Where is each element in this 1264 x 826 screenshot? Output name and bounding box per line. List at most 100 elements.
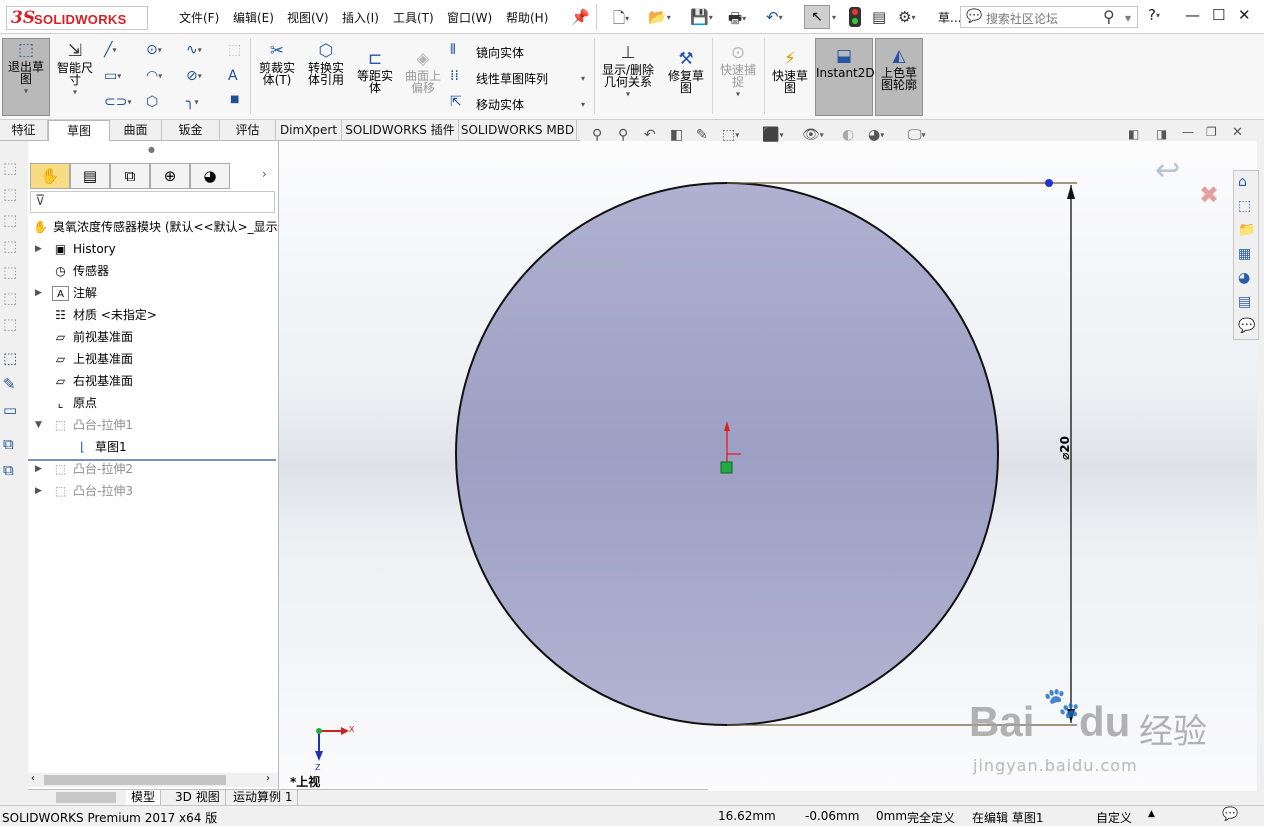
search-dropdown-icon[interactable]: ▾ [1125, 11, 1131, 25]
search-input[interactable]: 搜索社区论坛 [986, 10, 1058, 27]
linear-pattern-icon[interactable]: ⁞⁞ [450, 68, 459, 84]
file-properties-icon[interactable]: ▤ [872, 8, 886, 26]
doc-restore-icon[interactable]: ❐ [1206, 125, 1217, 139]
tab-dimxpert[interactable]: DimXpert [276, 120, 342, 141]
spline-icon[interactable]: ∿▾ [186, 42, 202, 58]
tree-item-right-plane[interactable]: ▱ 右视基准面 [52, 371, 133, 391]
doc-minimize-icon[interactable]: — [1182, 125, 1194, 139]
rapid-sketch-button[interactable]: ⚡ 快速草 图 [767, 48, 813, 94]
polygon-icon[interactable]: ⬡ [146, 94, 158, 110]
horizontal-scrollbar[interactable]: ‹ › [28, 773, 278, 787]
view-palette-icon[interactable]: ▦ [1238, 246, 1251, 262]
tree-item-history[interactable]: ▣ History [52, 239, 116, 259]
collapse-arrow-icon[interactable]: ▼ [35, 420, 42, 430]
confirmation-cancel-icon[interactable]: ✖ [1199, 181, 1219, 209]
move-entities-button[interactable]: 移动实体 [476, 96, 524, 113]
apply-scene-icon[interactable]: ◕▾ [868, 127, 884, 143]
menu-view[interactable]: 视图(V) [287, 9, 329, 26]
tab-evaluate[interactable]: 评估 [220, 120, 276, 141]
tab-addins[interactable]: SOLIDWORKS 插件 [342, 120, 459, 141]
move-entities-icon[interactable]: ⇱ [450, 94, 462, 110]
search-box[interactable]: 💬 搜索社区论坛 ⚲ ▾ [960, 6, 1138, 28]
design-library-icon[interactable]: ⬚ [1238, 198, 1251, 214]
expand-arrow-icon[interactable]: ▶ [35, 288, 42, 298]
tree-item-front-plane[interactable]: ▱ 前视基准面 [52, 327, 133, 347]
scrollbar-thumb[interactable] [44, 775, 226, 785]
select-cursor-icon[interactable]: ↖ [804, 5, 830, 29]
expand-arrow-icon[interactable]: ▶ [35, 464, 42, 474]
tab-property-manager[interactable]: ▤ [70, 163, 110, 189]
scroll-left-icon[interactable]: ‹ [31, 773, 35, 784]
point-icon[interactable]: ■ [230, 94, 239, 105]
paste-tool-icon[interactable]: ⧉ [3, 461, 14, 479]
sketch-tool-icon[interactable]: ⬚ [3, 349, 17, 367]
zoom-to-area-icon[interactable]: ⚲ [618, 127, 628, 143]
repair-tool-icon[interactable]: ✎ [3, 375, 16, 393]
tab-3d-views[interactable]: 3D 视图 [170, 790, 226, 806]
offset-entities-button[interactable]: ⊏ 等距实 体 [352, 48, 398, 94]
tab-mbd[interactable]: SOLIDWORKS MBD [459, 120, 577, 141]
undo-icon[interactable]: ↶▾ [766, 8, 783, 26]
linear-pattern-button[interactable]: 线性草图阵列 [476, 70, 548, 87]
minimize-icon[interactable]: — [1185, 6, 1200, 24]
custom-properties-icon[interactable]: ▤ [1238, 294, 1251, 310]
repair-sketch-button[interactable]: ⚒ 修复草 图 [663, 48, 709, 94]
dynamic-annotation-icon[interactable]: ✎ [696, 127, 708, 143]
tab-feature-tree[interactable]: ✋ [30, 163, 70, 189]
open-folder-icon[interactable]: 📂▾ [648, 8, 671, 26]
tab-dimxpert-manager[interactable]: ⊕ [150, 163, 190, 189]
display-tool-icon[interactable]: ▭ [3, 401, 17, 419]
text-icon[interactable]: A [228, 68, 238, 84]
circle-icon[interactable]: ⊙▾ [146, 42, 162, 58]
status-units[interactable]: 自定义 [1096, 809, 1132, 826]
tree-item-boss-extrude3[interactable]: ⬚ 凸台-拉伸3 [52, 481, 133, 501]
tab-features[interactable]: 特征 [0, 120, 48, 141]
filter-box[interactable]: ⊽ [30, 191, 275, 213]
move-dropdown-icon[interactable]: ▾ [581, 100, 585, 109]
rebuild-traffic-light-icon[interactable] [849, 7, 861, 27]
tree-root[interactable]: ✋ 臭氧浓度传感器模块 (默认<<默认>_显示 [32, 217, 278, 237]
solidworks-logo[interactable]: 3S SOLIDWORKS [6, 6, 148, 30]
save-icon[interactable]: 💾▾ [690, 8, 713, 26]
tree-item-material[interactable]: ☷ 材质 <未指定> [52, 305, 157, 325]
menu-help[interactable]: 帮助(H) [506, 9, 548, 26]
tile-right-icon[interactable]: ◨ [1156, 127, 1167, 141]
tree-item-top-plane[interactable]: ▱ 上视基准面 [52, 349, 133, 369]
tab-configuration-manager[interactable]: ⧉ [110, 163, 150, 189]
comment-icon[interactable]: 💬 [1222, 807, 1238, 822]
search-icon[interactable]: ⚲ [1103, 7, 1115, 26]
tab-model[interactable]: 模型 [126, 790, 162, 806]
display-delete-relations-button[interactable]: ⊥ 显示/删除 几何关系 ▾ [597, 42, 659, 101]
tree-item-origin[interactable]: ⌞ 原点 [52, 393, 97, 413]
zoom-to-fit-icon[interactable]: ⚲ [592, 127, 602, 143]
close-icon[interactable]: ✕ [1238, 6, 1251, 24]
scroll-right-icon[interactable]: › [266, 773, 270, 784]
home-icon[interactable]: ⌂ [1238, 174, 1247, 190]
toolbar-overflow[interactable]: 草... [938, 9, 961, 26]
mirror-entities-button[interactable]: 镜向实体 [476, 44, 524, 61]
rectangle-icon[interactable]: ▭▾ [104, 68, 121, 84]
view-settings-icon[interactable]: 🖵▾ [908, 127, 926, 143]
tree-item-boss-extrude2[interactable]: ⬚ 凸台-拉伸2 [52, 459, 133, 479]
doc-close-icon[interactable]: ✕ [1232, 125, 1243, 140]
slot-icon[interactable]: ⊂⊃▾ [104, 94, 131, 110]
tab-display-manager[interactable]: ◕ [190, 163, 230, 189]
mirror-icon[interactable]: ⫴ [450, 42, 456, 58]
display-style-icon[interactable]: ⬛▾ [762, 127, 783, 143]
menu-file[interactable]: 文件(F) [179, 9, 219, 26]
chevron-right-icon[interactable]: › [262, 167, 267, 181]
pin-icon[interactable]: 📌 [571, 8, 590, 26]
help-icon[interactable]: ?▾ [1148, 6, 1160, 24]
arc-icon[interactable]: ◠▾ [146, 68, 162, 84]
tab-surfaces[interactable]: 曲面 [110, 120, 162, 141]
panel-grip-icon[interactable]: ● [148, 145, 155, 154]
convert-entities-button[interactable]: ⬡ 转换实 体引用 [302, 40, 350, 86]
units-up-arrow-icon[interactable]: ▲ [1148, 809, 1155, 819]
section-view-icon[interactable]: ◧ [670, 127, 683, 143]
appearances-icon[interactable]: ◕ [1238, 270, 1250, 286]
origin-point-icon[interactable] [720, 461, 733, 474]
file-explorer-icon[interactable]: 📁 [1238, 222, 1255, 238]
options-gear-icon[interactable]: ⚙▾ [898, 8, 915, 26]
tile-left-icon[interactable]: ◧ [1128, 127, 1139, 141]
tab-sketch[interactable]: 草图 [48, 120, 110, 141]
